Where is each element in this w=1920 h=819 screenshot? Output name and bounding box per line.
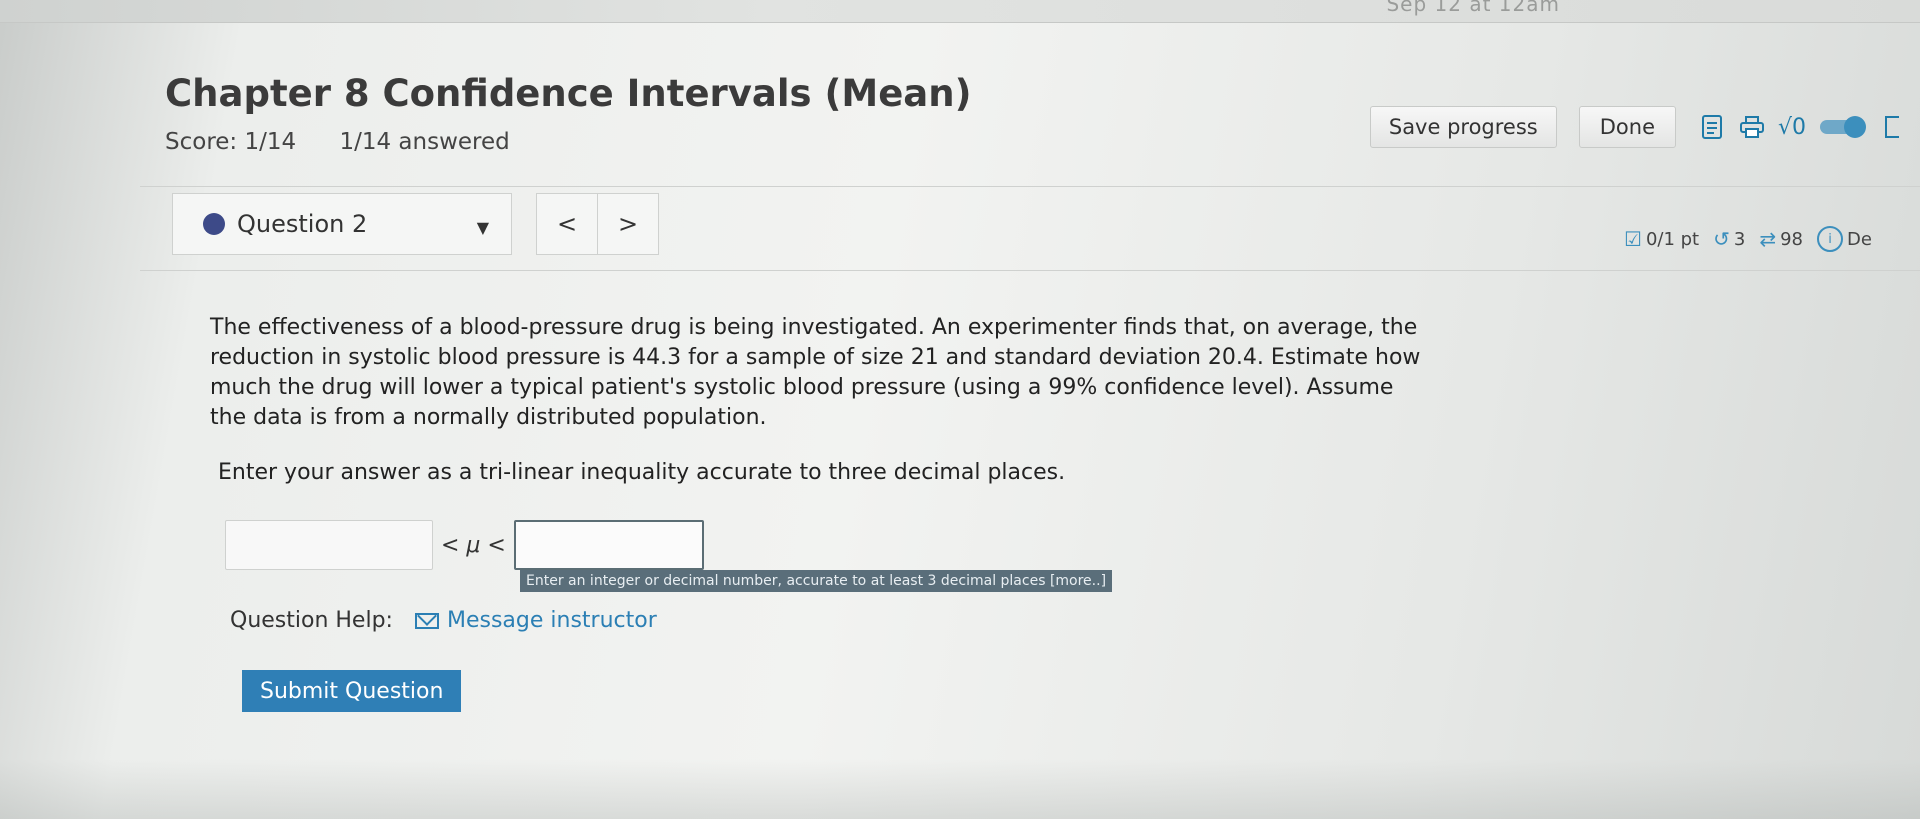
inequality-symbol: < μ < <box>441 532 506 558</box>
submissions-icon: ⇄ <box>1759 227 1777 251</box>
instruction-text: Enter your answer as a tri-linear inequa… <box>218 460 1066 485</box>
dropdown-caret-icon: ▼ <box>476 218 489 237</box>
points-group: ☑ 0/1 pt <box>1624 227 1699 251</box>
document-icon[interactable] <box>1700 115 1724 139</box>
toolbar: Save progress Done √0 <box>1369 106 1920 148</box>
lower-bound-input[interactable] <box>225 520 433 570</box>
submit-question-button[interactable]: Submit Question <box>242 670 462 712</box>
question-select-label: Question 2 <box>237 210 368 238</box>
divider-bottom <box>140 270 1920 271</box>
expand-icon[interactable] <box>1880 115 1904 139</box>
answer-row: < μ < <box>225 520 704 570</box>
details-group[interactable]: i De <box>1817 226 1872 252</box>
sqrt-icon[interactable]: √0 <box>1778 115 1806 140</box>
bottom-shadow <box>0 759 1920 819</box>
retry-icon: ↺ <box>1713 227 1730 251</box>
attempts-text: 3 <box>1733 228 1746 250</box>
print-icon[interactable] <box>1740 115 1764 139</box>
top-strip: Sep 12 at 12am <box>0 0 1920 23</box>
mail-icon <box>414 612 439 629</box>
save-progress-button[interactable]: Save progress <box>1369 106 1557 148</box>
page-header: Chapter 8 Confidence Intervals (Mean) Sc… <box>165 72 972 155</box>
attempts-group: ↺ 3 <box>1713 227 1745 251</box>
question-help-label: Question Help: <box>230 608 393 633</box>
input-hint-tooltip: Enter an integer or decimal number, accu… <box>520 570 1113 592</box>
points-icon: ☑ <box>1624 227 1642 251</box>
prev-question-button[interactable]: < <box>537 194 597 254</box>
question-nav: Question 2 ▼ < > <box>172 193 659 255</box>
done-button[interactable]: Done <box>1578 106 1676 148</box>
score-line: Score: 1/14 1/14 answered <box>165 129 972 155</box>
top-strip-text: Sep 12 at 12am <box>1386 0 1560 16</box>
message-instructor-text: Message instructor <box>446 608 657 633</box>
info-icon: i <box>1817 226 1844 252</box>
message-instructor-link[interactable]: Message instructor <box>414 608 657 633</box>
answered-text: 1/14 answered <box>339 129 510 155</box>
question-help: Question Help: Message instructor <box>230 608 657 633</box>
points-text: 0/1 pt <box>1645 228 1700 250</box>
submissions-group: ⇄ 98 <box>1759 227 1803 251</box>
prev-next-group: < > <box>536 193 659 255</box>
score-text: Score: 1/14 <box>165 129 297 155</box>
question-text: The effectiveness of a blood-pressure dr… <box>210 315 1421 430</box>
next-question-button[interactable]: > <box>597 194 658 254</box>
question-select[interactable]: Question 2 ▼ <box>172 193 512 255</box>
upper-bound-input[interactable] <box>513 520 704 570</box>
question-body: The effectiveness of a blood-pressure dr… <box>210 313 1430 433</box>
status-dot-icon <box>203 213 225 235</box>
page-title: Chapter 8 Confidence Intervals (Mean) <box>165 72 972 115</box>
toggle-switch[interactable] <box>1820 116 1866 138</box>
details-text: De <box>1847 228 1872 250</box>
divider-top <box>140 186 1920 187</box>
question-meta: ☑ 0/1 pt ↺ 3 ⇄ 98 i De <box>1624 226 1886 252</box>
submissions-text: 98 <box>1780 228 1804 250</box>
